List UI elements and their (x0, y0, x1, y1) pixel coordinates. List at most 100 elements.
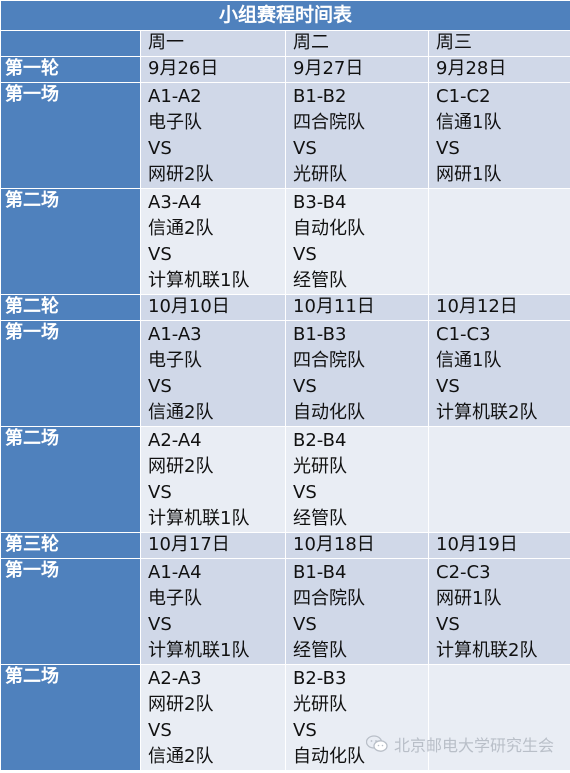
match-code: B2-B3 (293, 668, 347, 689)
round-label: 第三轮 (0, 532, 141, 559)
header-day-2: 周二 (285, 30, 429, 57)
match-label: 第二场 (0, 664, 141, 771)
match-label: 第二场 (0, 188, 141, 295)
vs-text: VS (436, 376, 460, 397)
match-code: A1-A3 (148, 324, 202, 345)
match-cell: A1-A4 电子队 VS 计算机联1队 (140, 558, 286, 665)
match-label: 第二场 (0, 426, 141, 533)
match-cell: B3-B4 自动化队 VS 经管队 (285, 188, 429, 295)
round-label: 第一轮 (0, 56, 141, 83)
vs-text: VS (148, 138, 172, 159)
header-day-3: 周三 (427, 30, 570, 57)
team-name: 信通1队 (436, 350, 502, 371)
match-cell: B2-B4 光研队 VS 经管队 (285, 426, 429, 533)
round-date: 10月18日 (285, 532, 429, 559)
team-name: 网研2队 (148, 164, 214, 185)
team-name: 四合院队 (293, 112, 365, 133)
match-row: 第二场 A3-A4 信通2队 VS 计算机联1队 B3-B4 自动化队 VS 经管队 (0, 188, 570, 295)
team-name: 电子队 (148, 112, 202, 133)
team-name: 网研2队 (148, 456, 214, 477)
header-corner (0, 30, 141, 57)
team-name: 计算机联1队 (148, 270, 250, 291)
vs-text: VS (293, 138, 317, 159)
team-name: 光研队 (293, 456, 347, 477)
team-name: 信通2队 (148, 218, 214, 239)
team-name: 自动化队 (293, 218, 365, 239)
match-code: A2-A4 (148, 430, 202, 451)
vs-text: VS (293, 614, 317, 635)
vs-text: VS (148, 482, 172, 503)
round-row: 第一轮 9月26日 9月27日 9月28日 (0, 56, 570, 83)
watermark: 北京邮电大学研究生会 (365, 732, 554, 756)
match-cell: A3-A4 信通2队 VS 计算机联1队 (140, 188, 286, 295)
round-date: 9月26日 (140, 56, 286, 83)
team-name: 自动化队 (293, 402, 365, 423)
round-row: 第三轮 10月17日 10月18日 10月19日 (0, 532, 570, 559)
match-row: 第一场 A1-A2 电子队 VS 网研2队 B1-B2 四合院队 VS 光研队 C1-C2 信通1队… (0, 82, 570, 189)
vs-text: VS (148, 244, 172, 265)
team-name: 电子队 (148, 588, 202, 609)
team-name: 四合院队 (293, 588, 365, 609)
match-code: B1-B2 (293, 86, 347, 107)
match-code: B1-B3 (293, 324, 347, 345)
match-cell: B1-B3 四合院队 VS 自动化队 (285, 320, 429, 427)
vs-text: VS (148, 614, 172, 635)
vs-text: VS (293, 244, 317, 265)
team-name: 信通1队 (436, 112, 502, 133)
match-code: A3-A4 (148, 192, 202, 213)
round-label: 第二轮 (0, 294, 141, 321)
round-date: 10月19日 (427, 532, 570, 559)
round-date: 9月28日 (427, 56, 570, 83)
match-cell: B1-B4 四合院队 VS 经管队 (285, 558, 429, 665)
round-date: 10月11日 (285, 294, 429, 321)
match-label: 第一场 (0, 82, 141, 189)
vs-text: VS (436, 138, 460, 159)
team-name: 计算机联2队 (436, 402, 538, 423)
match-label: 第一场 (0, 320, 141, 427)
match-cell: A2-A3 网研2队 VS 信通2队 (140, 664, 286, 771)
team-name: 光研队 (293, 694, 347, 715)
vs-text: VS (293, 376, 317, 397)
team-name: 计算机联1队 (148, 640, 250, 661)
team-name: 经管队 (293, 508, 347, 529)
match-code: A2-A3 (148, 668, 202, 689)
header-day-1: 周一 (140, 30, 286, 57)
team-name: 四合院队 (293, 350, 365, 371)
match-cell: C1-C2 信通1队 VS 网研1队 (427, 82, 570, 189)
vs-text: VS (293, 482, 317, 503)
table-title: 小组赛程时间表 (0, 0, 570, 31)
match-code: C1-C3 (436, 324, 491, 345)
vs-text: VS (148, 720, 172, 741)
round-row: 第二轮 10月10日 10月11日 10月12日 (0, 294, 570, 321)
watermark-text: 北京邮电大学研究生会 (393, 736, 554, 755)
match-cell: C2-C3 网研1队 VS 计算机联2队 (427, 558, 570, 665)
team-name: 网研2队 (148, 694, 214, 715)
team-name: 计算机联2队 (436, 640, 538, 661)
match-code: C2-C3 (436, 562, 491, 583)
match-code: B1-B4 (293, 562, 347, 583)
team-name: 信通2队 (148, 746, 214, 767)
match-cell: A1-A3 电子队 VS 信通2队 (140, 320, 286, 427)
vs-text: VS (436, 614, 460, 635)
team-name: 信通2队 (148, 402, 214, 423)
wechat-icon (365, 735, 388, 752)
team-name: 光研队 (293, 164, 347, 185)
team-name: 网研1队 (436, 164, 502, 185)
round-date: 9月27日 (285, 56, 429, 83)
match-cell (427, 188, 570, 295)
match-label: 第一场 (0, 558, 141, 665)
team-name: 电子队 (148, 350, 202, 371)
round-date: 10月12日 (427, 294, 570, 321)
team-name: 经管队 (293, 270, 347, 291)
match-row: 第一场 A1-A3 电子队 VS 信通2队 B1-B3 四合院队 VS 自动化队 C1-C3 信通1… (0, 320, 570, 427)
match-row: 第二场 A2-A4 网研2队 VS 计算机联1队 B2-B4 光研队 VS 经管队 (0, 426, 570, 533)
round-date: 10月17日 (140, 532, 286, 559)
match-cell: C1-C3 信通1队 VS 计算机联2队 (427, 320, 570, 427)
match-cell (427, 426, 570, 533)
schedule-table: 小组赛程时间表 周一 周二 周三 第一轮 9月26日 9月27日 9月28日 第一场 A1… (0, 0, 570, 771)
match-code: B3-B4 (293, 192, 347, 213)
match-cell: B1-B2 四合院队 VS 光研队 (285, 82, 429, 189)
round-date: 10月10日 (140, 294, 286, 321)
match-code: A1-A4 (148, 562, 202, 583)
match-cell: A2-A4 网研2队 VS 计算机联1队 (140, 426, 286, 533)
